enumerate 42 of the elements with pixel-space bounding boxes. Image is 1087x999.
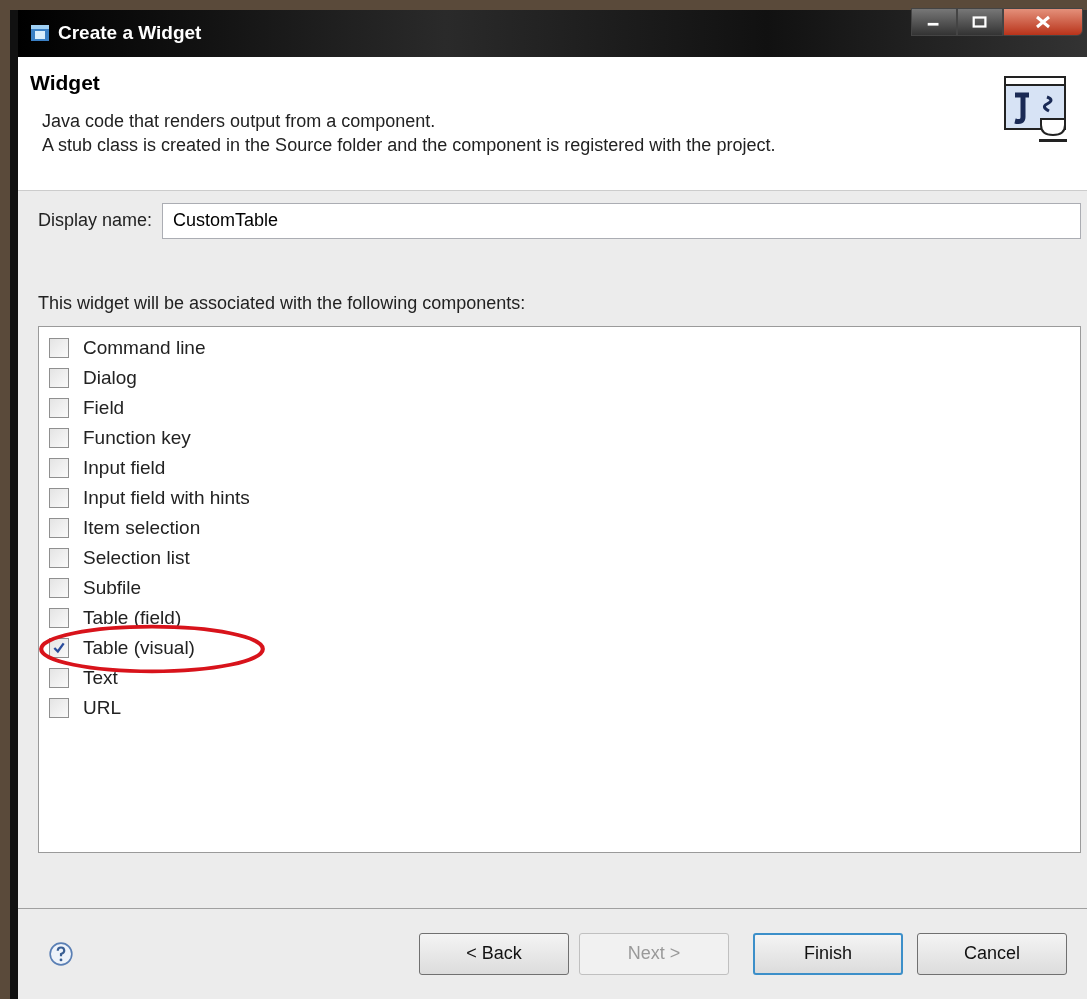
checkbox[interactable] — [49, 697, 69, 718]
minimize-button[interactable] — [911, 8, 957, 36]
close-button[interactable] — [1003, 8, 1083, 36]
maximize-icon — [971, 15, 989, 29]
component-label: Dialog — [83, 366, 137, 389]
checkbox[interactable] — [49, 397, 69, 418]
dialog-button[interactable]: < Back — [419, 932, 569, 975]
maximize-button[interactable] — [957, 8, 1003, 36]
checkbox[interactable] — [49, 337, 69, 358]
checkbox[interactable] — [49, 367, 69, 388]
window-title: Create a Widget — [58, 22, 203, 45]
components-label: This widget will be associated with the following components: — [38, 292, 527, 314]
checkbox[interactable] — [49, 667, 69, 688]
checkbox[interactable] — [49, 577, 69, 598]
component-label: Table (field) — [83, 606, 182, 629]
component-label: Selection list — [83, 546, 190, 569]
component-label: Input field with hints — [83, 486, 250, 509]
window-icon — [30, 23, 50, 44]
display-name-label: Display name: — [38, 210, 153, 232]
page-title: Widget — [30, 70, 101, 95]
component-label: URL — [83, 696, 121, 719]
checkbox[interactable] — [49, 487, 69, 508]
dialog-button[interactable]: Cancel — [917, 932, 1067, 975]
component-label: Table (visual) — [83, 636, 195, 659]
checkbox[interactable] — [49, 547, 69, 568]
component-label: Field — [83, 396, 125, 419]
component-label: Item selection — [83, 516, 201, 539]
page-description: A stub class is created in the Source folder and the component is registered with the project. — [41, 133, 777, 157]
page-description: Java code that renders output from a component. — [41, 109, 437, 133]
component-label: Command line — [83, 336, 206, 359]
component-label: Function key — [83, 426, 191, 449]
dialog-button[interactable]: Finish — [753, 932, 903, 975]
component-label: Input field — [83, 456, 166, 479]
display-name-field[interactable]: CustomTable — [162, 202, 1081, 239]
component-label: Subfile — [83, 576, 142, 599]
component-label: Text — [83, 666, 118, 689]
checkbox[interactable] — [49, 517, 69, 538]
checkbox[interactable] — [49, 607, 69, 628]
help-icon[interactable] — [48, 940, 74, 967]
checkbox[interactable] — [49, 457, 69, 478]
checkbox[interactable] — [49, 427, 69, 448]
close-icon — [1033, 15, 1053, 29]
